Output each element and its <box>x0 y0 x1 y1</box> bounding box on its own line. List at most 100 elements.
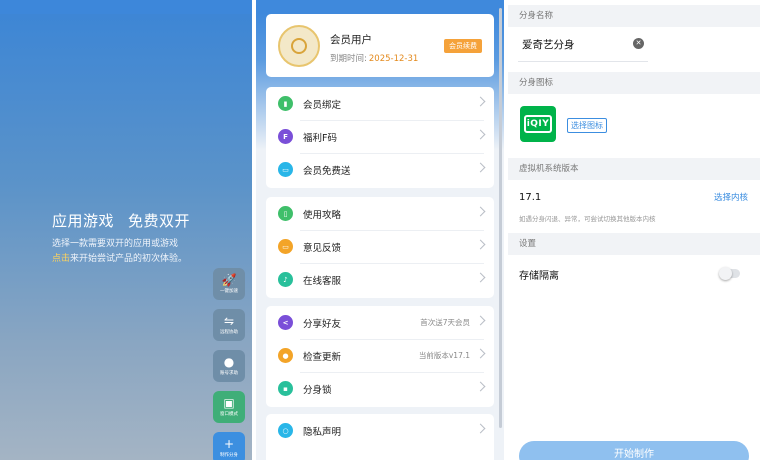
transfer-icon: ⇋ <box>223 313 235 328</box>
menu-item-label: 检查更新 <box>303 351 342 363</box>
chevron-right-icon <box>475 423 486 434</box>
profile-expiry: 到期时间: 2025-12-31 <box>330 52 418 64</box>
window-mode-label: 窗口模式 <box>220 411 238 417</box>
menu-item-label: 意见反馈 <box>303 242 342 254</box>
version-hint-text: 如遇分身闪退、异常，可尝试切换其他版本内核 <box>519 215 656 223</box>
share-icon: < <box>278 315 293 330</box>
chevron-right-icon <box>475 381 486 392</box>
chevron-right-icon <box>475 129 486 140</box>
hero-subtitle-rest: 来开始尝试产品的初次体验。 <box>70 254 188 264</box>
plus-icon: + <box>223 436 235 451</box>
iqiyi-app-icon[interactable]: iQIY <box>520 106 556 142</box>
toggle-knob <box>719 267 732 280</box>
iqiyi-logo-text: iQIY <box>524 115 552 133</box>
hero-title-part1: 应用游戏 <box>52 212 115 230</box>
settings-header: 设置 <box>508 233 760 255</box>
account-help-label: 账号求助 <box>220 370 238 376</box>
chat-icon: ● <box>223 354 235 369</box>
chevron-right-icon <box>475 239 486 250</box>
storage-isolation-label: 存储隔离 <box>519 271 559 282</box>
start-create-button[interactable]: 开始制作 <box>519 441 749 460</box>
storage-isolation-toggle[interactable] <box>719 267 740 280</box>
menu-item-fcode[interactable]: F 福利F码 <box>266 120 494 153</box>
window-icon: ▣ <box>223 395 235 410</box>
chevron-right-icon <box>475 348 486 359</box>
profile-card[interactable]: 会员用户 到期时间: 2025-12-31 会员续费 <box>266 14 494 77</box>
menu-item-label: 隐私声明 <box>303 426 342 438</box>
feedback-icon: ▭ <box>278 239 293 254</box>
headset-icon: ♪ <box>278 272 293 287</box>
update-icon: ● <box>278 348 293 363</box>
menu-item-support[interactable]: ♪ 在线客服 <box>266 263 494 296</box>
menu-item-feedback[interactable]: ▭ 意见反馈 <box>266 230 494 263</box>
create-clone-label: 制作分身 <box>220 452 238 458</box>
clone-icon-header: 分身图标 <box>508 72 760 94</box>
remote-assist-button[interactable]: ⇋ 远程协助 <box>213 309 245 341</box>
user-icon <box>291 38 307 54</box>
quick-boost-button[interactable]: 🚀 一键加速 <box>213 268 245 300</box>
chevron-right-icon <box>475 162 486 173</box>
floating-toolbar: 🚀 一键加速 ⇋ 远程协助 ● 账号求助 ▣ 窗口模式 + 制作分身 <box>213 268 245 460</box>
scrollbar[interactable] <box>499 8 502 428</box>
hero-subtitle-line1: 选择一款需要双开的应用或游戏 <box>52 239 179 249</box>
menu-item-update[interactable]: ● 检查更新 当前版本v17.1 <box>266 339 494 372</box>
menu-item-free-member[interactable]: ▭ 会员免费送 <box>266 153 494 186</box>
input-underline <box>518 61 648 62</box>
gift-icon: ▭ <box>278 162 293 177</box>
phone-icon: ▮ <box>278 96 293 111</box>
share-hint: 首次送7天会员 <box>420 318 470 327</box>
menu-group-app: < 分享好友 首次送7天会员 ● 检查更新 当前版本v17.1 ▪ 分身锁 <box>266 306 494 407</box>
hero-subtitle: 选择一款需要双开的应用或游戏 点击来开始尝试产品的初次体验。 <box>52 237 222 267</box>
privacy-icon: ○ <box>278 423 293 438</box>
menu-item-label: 在线客服 <box>303 275 342 287</box>
chevron-right-icon <box>475 315 486 326</box>
menu-item-member-bind[interactable]: ▮ 会员绑定 <box>266 87 494 120</box>
hero-title: 应用游戏 免费双开 <box>52 210 190 231</box>
menu-item-label: 福利F码 <box>303 132 337 144</box>
quick-boost-label: 一键加速 <box>220 288 238 294</box>
menu-item-privacy[interactable]: ○ 隐私声明 <box>266 414 494 447</box>
expiry-label: 到期时间: <box>330 54 367 64</box>
menu-group-help: ▯ 使用攻略 ▭ 意见反馈 ♪ 在线客服 <box>266 197 494 298</box>
rocket-icon: 🚀 <box>221 272 237 287</box>
version-hint: 当前版本v17.1 <box>418 351 470 360</box>
chevron-right-icon <box>475 272 486 283</box>
fcode-icon: F <box>278 129 293 144</box>
hero-subtitle-line2: 点击来开始尝试产品的初次体验。 <box>52 252 222 267</box>
menu-item-label: 会员免费送 <box>303 165 351 177</box>
home-screen: 应用游戏 免费双开 选择一款需要双开的应用或游戏 点击来开始尝试产品的初次体验。 … <box>0 0 252 460</box>
status-bar <box>0 0 252 14</box>
menu-item-label: 会员绑定 <box>303 99 342 111</box>
lock-icon: ▪ <box>278 381 293 396</box>
choose-kernel-link[interactable]: 选择内核 <box>714 191 748 203</box>
menu-item-guide[interactable]: ▯ 使用攻略 <box>266 197 494 230</box>
menu-group-membership: ▮ 会员绑定 F 福利F码 ▭ 会员免费送 <box>266 87 494 188</box>
create-clone-button[interactable]: + 制作分身 <box>213 432 245 460</box>
profile-name: 会员用户 <box>330 34 372 46</box>
hero-title-part2: 免费双开 <box>128 212 191 230</box>
right-margin <box>760 0 780 460</box>
choose-icon-button[interactable]: 选择图标 <box>567 118 607 133</box>
guide-icon: ▯ <box>278 206 293 221</box>
hero-subtitle-accent[interactable]: 点击 <box>52 254 70 264</box>
clone-name-header: 分身名称 <box>508 5 760 27</box>
menu-group-legal: ○ 隐私声明 <box>266 414 494 460</box>
system-version-header: 虚拟机系统版本 <box>508 158 760 180</box>
avatar[interactable] <box>278 25 320 67</box>
remote-assist-label: 远程协助 <box>220 329 238 335</box>
menu-item-label: 使用攻略 <box>303 209 342 221</box>
renew-button[interactable]: 会员续费 <box>444 39 482 53</box>
profile-menu-screen: 会员用户 到期时间: 2025-12-31 会员续费 ▮ 会员绑定 F 福利F码 … <box>256 0 504 460</box>
clone-settings-screen: 分身名称 爱奇艺分身 ✕ 分身图标 iQIY 选择图标 虚拟机系统版本 17.1… <box>508 0 760 460</box>
chevron-right-icon <box>475 96 486 107</box>
window-mode-button[interactable]: ▣ 窗口模式 <box>213 391 245 423</box>
menu-item-label: 分享好友 <box>303 318 342 330</box>
menu-item-share[interactable]: < 分享好友 首次送7天会员 <box>266 306 494 339</box>
account-help-button[interactable]: ● 账号求助 <box>213 350 245 382</box>
clone-name-input[interactable]: 爱奇艺分身 <box>522 37 575 52</box>
chevron-right-icon <box>475 206 486 217</box>
system-version-value: 17.1 <box>519 192 542 203</box>
menu-item-label: 分身锁 <box>303 384 332 396</box>
clear-icon[interactable]: ✕ <box>633 38 644 49</box>
menu-item-clone-lock[interactable]: ▪ 分身锁 <box>266 372 494 405</box>
